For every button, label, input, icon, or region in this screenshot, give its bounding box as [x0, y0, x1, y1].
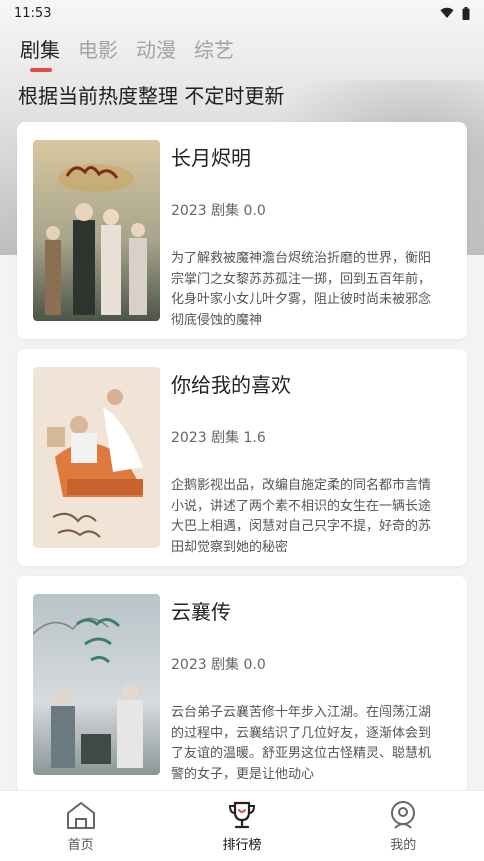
home-icon — [66, 802, 95, 829]
card-meta: 2023 剧集 0.0 — [171, 203, 266, 219]
status-time: 11:53 — [14, 5, 52, 21]
nav-home-label: 首页 — [67, 838, 94, 853]
card-meta: 2023 剧集 1.6 — [171, 430, 266, 446]
profile-icon — [391, 801, 416, 829]
tab-movies[interactable]: 电影 — [78, 34, 118, 63]
nav-ranking-label: 排行榜 — [222, 838, 262, 853]
trophy-icon — [228, 801, 255, 829]
battery-icon — [462, 6, 470, 20]
ranking-card[interactable]: 云襄传 2023 剧集 0.0 云台弟子云襄苦修十年步入江湖。在闯荡江湖的过程中… — [17, 576, 467, 793]
status-icons — [440, 6, 470, 20]
nav-profile-label: 我的 — [390, 838, 417, 853]
poster-image[interactable] — [33, 594, 160, 775]
card-meta: 2023 剧集 0.0 — [171, 657, 266, 673]
tab-anime[interactable]: 动漫 — [136, 34, 176, 63]
card-title: 云襄传 — [171, 600, 231, 624]
card-description: 企鹅影视出品，改编自施定柔的同名都市言情小说，讲述了两个素不相识的女生在一辆长途… — [171, 478, 432, 555]
poster-image[interactable] — [33, 140, 160, 321]
card-title: 长月烬明 — [171, 146, 251, 170]
bottom-navigation: 首页 排行榜 我的 — [0, 790, 484, 861]
tab-series[interactable]: 剧集 — [20, 34, 60, 72]
ranking-card[interactable]: 你给我的喜欢 2023 剧集 1.6 企鹅影视出品，改编自施定柔的同名都市言情小… — [17, 349, 467, 566]
status-bar: 11:53 — [0, 0, 484, 26]
poster-image[interactable] — [33, 367, 160, 548]
card-description: 云台弟子云襄苦修十年步入江湖。在闯荡江湖的过程中，云襄结识了几位好友，逐渐体会到… — [171, 705, 432, 782]
tab-variety[interactable]: 综艺 — [194, 34, 234, 63]
ranking-subtitle: 根据当前热度整理 不定时更新 — [18, 84, 285, 108]
nav-home[interactable]: 首页 — [21, 791, 141, 861]
wifi-icon — [440, 7, 454, 19]
category-tabs: 剧集 电影 动漫 综艺 — [20, 34, 234, 74]
card-description: 为了解救被魔神澹台烬统治折磨的世界，衡阳宗掌门之女黎苏苏孤注一掷，回到五百年前，… — [171, 251, 432, 328]
ranking-card[interactable]: 长月烬明 2023 剧集 0.0 为了解救被魔神澹台烬统治折磨的世界，衡阳宗掌门… — [17, 122, 467, 339]
card-title: 你给我的喜欢 — [171, 373, 291, 397]
nav-ranking[interactable]: 排行榜 — [182, 791, 302, 861]
nav-profile[interactable]: 我的 — [343, 791, 463, 861]
